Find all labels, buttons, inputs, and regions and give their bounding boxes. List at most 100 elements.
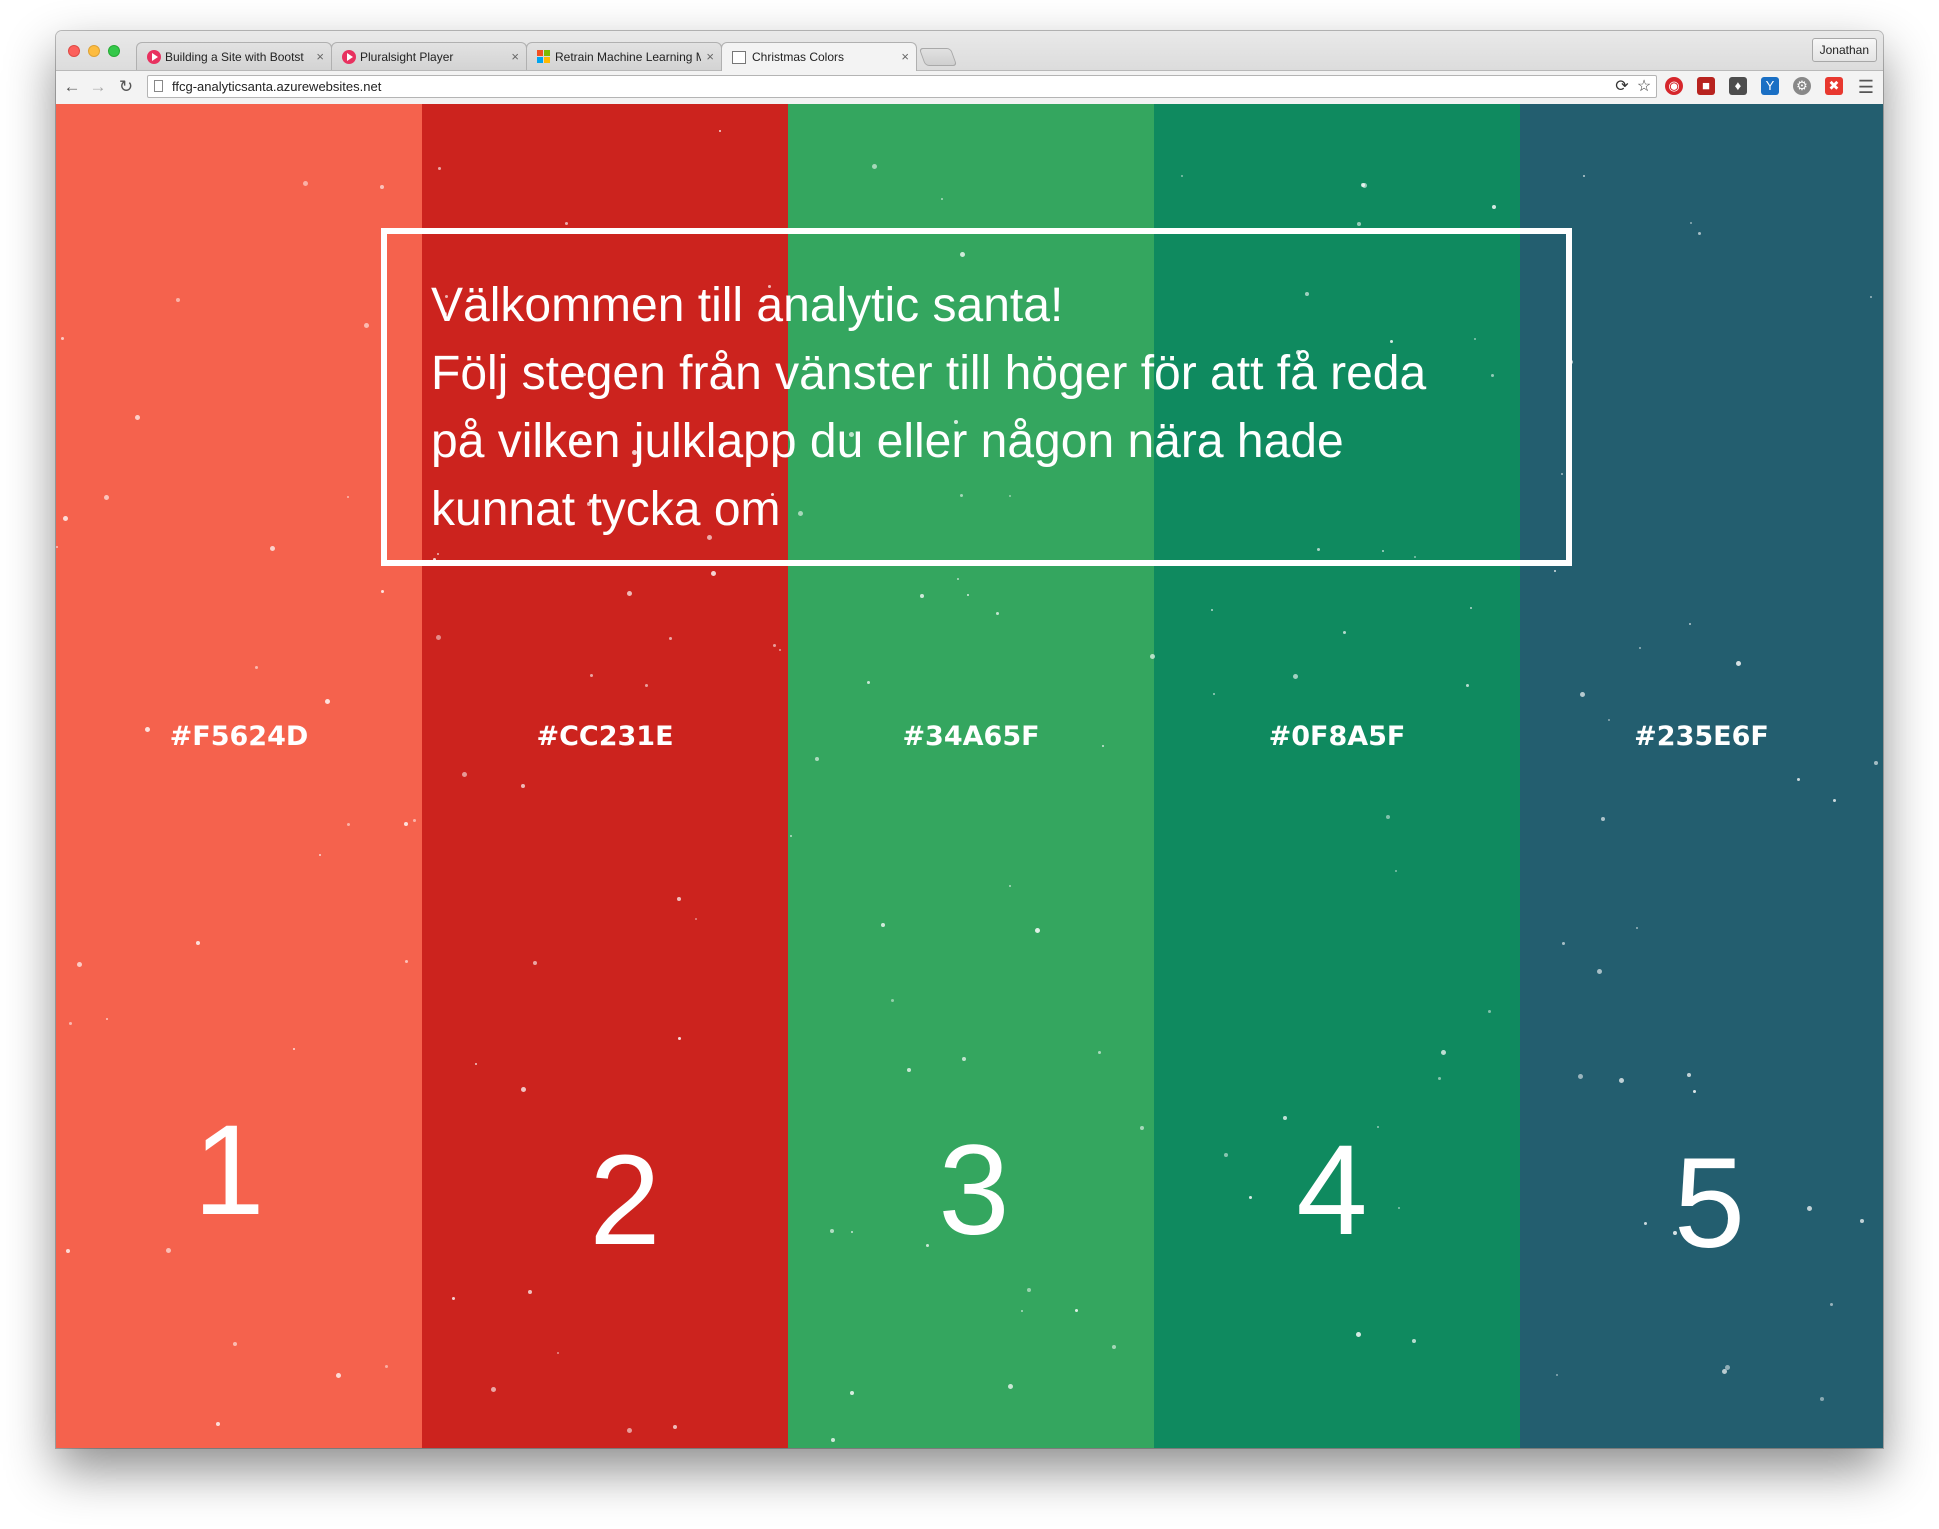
snowflake bbox=[1578, 1074, 1583, 1079]
extension-tools-icon[interactable]: ✖ bbox=[1825, 77, 1843, 95]
extension-evernote-icon[interactable]: ♦ bbox=[1729, 77, 1747, 95]
back-arrow-icon[interactable]: ← bbox=[60, 75, 84, 99]
snowflake bbox=[1689, 623, 1691, 625]
new-tab-button[interactable] bbox=[918, 48, 958, 66]
snowflake bbox=[719, 130, 721, 132]
snowflake bbox=[528, 1290, 532, 1294]
tab-christmas-colors[interactable]: Christmas Colors × bbox=[721, 42, 917, 71]
snowflake bbox=[1580, 692, 1585, 697]
snowflake bbox=[1636, 927, 1638, 929]
snowflake bbox=[1874, 761, 1878, 765]
extension-y-icon[interactable]: Y bbox=[1761, 77, 1779, 95]
hex-code-label: #0F8A5F bbox=[1268, 721, 1406, 752]
snowflake bbox=[1412, 1339, 1416, 1343]
snowflake bbox=[1224, 1153, 1228, 1157]
sync-icon[interactable]: ⟳ bbox=[1612, 77, 1632, 97]
forward-arrow-icon[interactable]: → bbox=[86, 75, 110, 99]
snowflake bbox=[135, 415, 140, 420]
extension-sofa-icon[interactable]: ■ bbox=[1697, 77, 1715, 95]
welcome-message: Välkommen till analytic santa! Följ steg… bbox=[431, 272, 1551, 544]
snowflake bbox=[695, 918, 697, 920]
step-number: 5 bbox=[1673, 1132, 1746, 1275]
close-icon[interactable]: × bbox=[901, 49, 909, 64]
snowflake bbox=[1362, 183, 1367, 188]
snowflake bbox=[1488, 1010, 1491, 1013]
snowflake bbox=[1830, 1303, 1833, 1306]
color-column-1[interactable]: #F5624D 1 bbox=[56, 104, 422, 1448]
snowflake bbox=[69, 1022, 72, 1025]
welcome-line: på vilken julklapp du eller någon nära h… bbox=[431, 415, 1344, 468]
microsoft-icon bbox=[537, 50, 551, 63]
snowflake bbox=[1140, 1126, 1144, 1130]
snowflake bbox=[1690, 222, 1692, 224]
welcome-line: Välkommen till analytic santa! bbox=[431, 279, 1064, 332]
snowflake bbox=[1466, 684, 1469, 687]
snowflake bbox=[1357, 222, 1361, 226]
snowflake bbox=[926, 1244, 929, 1247]
snowflake bbox=[1377, 1126, 1379, 1128]
reload-icon[interactable]: ↻ bbox=[114, 75, 138, 99]
snowflake bbox=[63, 516, 68, 521]
snowflake bbox=[491, 1387, 496, 1392]
close-icon[interactable]: × bbox=[316, 49, 324, 64]
menu-icon[interactable]: ☰ bbox=[1854, 75, 1878, 99]
browser-toolbar: ← → ↻ ffcg-analyticsanta.azurewebsites.n… bbox=[56, 71, 1883, 105]
snowflake bbox=[773, 644, 776, 647]
snowflake bbox=[1673, 1231, 1677, 1235]
snowflake bbox=[1438, 1077, 1441, 1080]
snowflake bbox=[1009, 885, 1011, 887]
extension-stop-icon[interactable]: ◉ bbox=[1665, 77, 1683, 95]
snowflake bbox=[196, 941, 200, 945]
snowflake bbox=[872, 164, 877, 169]
snowflake bbox=[669, 637, 672, 640]
snowflake bbox=[920, 594, 924, 598]
snowflake bbox=[1639, 647, 1641, 649]
snowflake bbox=[1102, 745, 1104, 747]
tab-title: Pluralsight Player bbox=[360, 49, 454, 64]
tab-building-site[interactable]: Building a Site with Bootst × bbox=[136, 42, 332, 70]
tab-pluralsight-player[interactable]: Pluralsight Player × bbox=[331, 42, 527, 70]
snowflake bbox=[1027, 1288, 1031, 1292]
snowflake bbox=[1356, 1332, 1361, 1337]
snowflake bbox=[145, 727, 150, 732]
snowflake bbox=[957, 578, 959, 580]
snowflake bbox=[1021, 1310, 1023, 1312]
close-icon[interactable]: × bbox=[706, 49, 714, 64]
snowflake bbox=[1008, 1384, 1013, 1389]
snowflake bbox=[1035, 928, 1040, 933]
snowflake bbox=[1150, 654, 1155, 659]
snowflake bbox=[1644, 1222, 1647, 1225]
snowflake bbox=[475, 1063, 477, 1065]
page-icon bbox=[154, 80, 163, 92]
snowflake bbox=[106, 1018, 108, 1020]
snowflake bbox=[1698, 232, 1701, 235]
window-maximize-button[interactable] bbox=[108, 45, 120, 57]
bookmark-star-icon[interactable]: ☆ bbox=[1634, 77, 1654, 97]
window-minimize-button[interactable] bbox=[88, 45, 100, 57]
snowflake bbox=[1293, 674, 1298, 679]
snowflake bbox=[77, 962, 82, 967]
snowflake bbox=[61, 337, 64, 340]
snowflake bbox=[627, 591, 632, 596]
color-column-5[interactable]: #235E6F 5 bbox=[1520, 104, 1883, 1448]
snowflake bbox=[347, 823, 350, 826]
snowflake bbox=[405, 960, 408, 963]
browser-window: Building a Site with Bootst × Pluralsigh… bbox=[56, 31, 1883, 1448]
snowflake bbox=[678, 1037, 681, 1040]
close-icon[interactable]: × bbox=[511, 49, 519, 64]
snowflake bbox=[233, 1342, 237, 1346]
hex-code-label: #F5624D bbox=[169, 721, 309, 752]
snowflake bbox=[815, 757, 819, 761]
snowflake bbox=[627, 1428, 632, 1433]
snowflake bbox=[319, 854, 321, 856]
snowflake bbox=[1860, 1219, 1864, 1223]
extension-gear-icon[interactable]: ⚙ bbox=[1793, 77, 1811, 95]
snowflake bbox=[413, 819, 416, 822]
address-bar[interactable]: ffcg-analyticsanta.azurewebsites.net ⟳ ☆ bbox=[147, 75, 1657, 98]
profile-button[interactable]: Jonathan bbox=[1811, 38, 1877, 62]
snowflake bbox=[565, 222, 568, 225]
snowflake bbox=[1807, 1206, 1812, 1211]
window-close-button[interactable] bbox=[68, 45, 80, 57]
snowflake bbox=[325, 699, 330, 704]
tab-retrain-machine-learning[interactable]: Retrain Machine Learning M × bbox=[526, 42, 722, 70]
